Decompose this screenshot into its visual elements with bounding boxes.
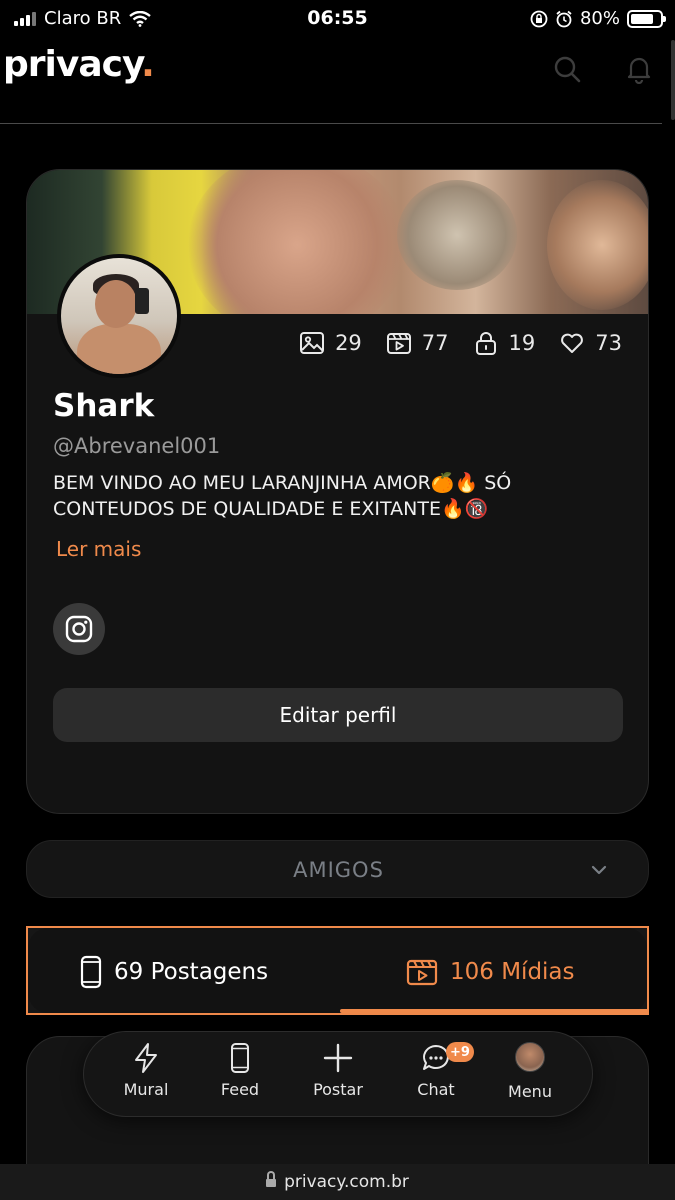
nav-menu[interactable]: Menu xyxy=(490,1042,570,1101)
phone-icon xyxy=(231,1043,249,1073)
battery-icon xyxy=(627,9,666,28)
profile-avatar[interactable] xyxy=(57,254,181,378)
chevron-down-icon xyxy=(591,865,607,875)
instagram-button[interactable] xyxy=(53,603,105,655)
profile-card: 29 77 19 73 Shark @Abrevanel001 BEM VIND… xyxy=(26,169,649,814)
logo[interactable]: privacy. xyxy=(3,44,155,85)
profile-name: Shark xyxy=(53,388,155,424)
battery-percent: 80% xyxy=(579,8,620,29)
friends-dropdown[interactable]: AMIGOS xyxy=(26,840,649,898)
plus-icon xyxy=(323,1043,353,1073)
profile-bio: BEM VINDO AO MEU LARANJINHA AMOR🍊🔥 SÓ CO… xyxy=(53,472,512,520)
tab-posts[interactable]: 69 Postagens xyxy=(80,928,268,1013)
edit-profile-button[interactable]: Editar perfil xyxy=(53,688,623,742)
image-icon xyxy=(300,332,325,354)
stat-images: 29 xyxy=(299,330,362,356)
video-icon xyxy=(386,333,411,354)
read-more-link[interactable]: Ler mais xyxy=(56,537,141,561)
alarm-icon xyxy=(556,10,572,27)
bottom-nav: Mural Feed Postar +9 Chat Menu xyxy=(83,1031,593,1117)
video-icon xyxy=(406,959,438,985)
status-bar: Claro BR 06:55 80% xyxy=(0,0,675,36)
scrollbar[interactable] xyxy=(671,40,675,120)
lock-icon xyxy=(266,1171,277,1188)
tab-media[interactable]: 106 Mídias xyxy=(406,928,575,1013)
stat-videos: 77 xyxy=(386,330,449,356)
stat-locked: 19 xyxy=(473,330,535,356)
browser-url-bar[interactable]: privacy.com.br xyxy=(0,1164,675,1200)
menu-avatar xyxy=(515,1042,545,1072)
chat-badge: +9 xyxy=(446,1042,474,1062)
nav-feed[interactable]: Feed xyxy=(200,1042,280,1099)
friends-label: AMIGOS xyxy=(293,858,384,882)
orientation-lock-icon xyxy=(530,10,548,27)
phone-icon xyxy=(80,955,102,988)
top-bar: privacy. xyxy=(0,40,662,124)
stat-likes: 73 xyxy=(559,330,622,356)
active-tab-indicator xyxy=(340,1009,647,1013)
heart-icon xyxy=(561,333,584,353)
profile-stats: 29 77 19 73 xyxy=(299,330,622,356)
content-tabs: 69 Postagens 106 Mídias xyxy=(26,926,649,1015)
nav-post[interactable]: Postar xyxy=(298,1042,378,1099)
nav-mural[interactable]: Mural xyxy=(106,1042,186,1099)
search-icon[interactable] xyxy=(552,54,582,84)
lock-icon xyxy=(475,332,496,355)
url-text: privacy.com.br xyxy=(284,1172,409,1192)
lightning-icon xyxy=(135,1043,157,1073)
nav-chat[interactable]: +9 Chat xyxy=(396,1042,476,1099)
instagram-icon xyxy=(65,615,93,643)
bell-icon[interactable] xyxy=(624,54,654,84)
profile-handle: @Abrevanel001 xyxy=(53,434,221,458)
